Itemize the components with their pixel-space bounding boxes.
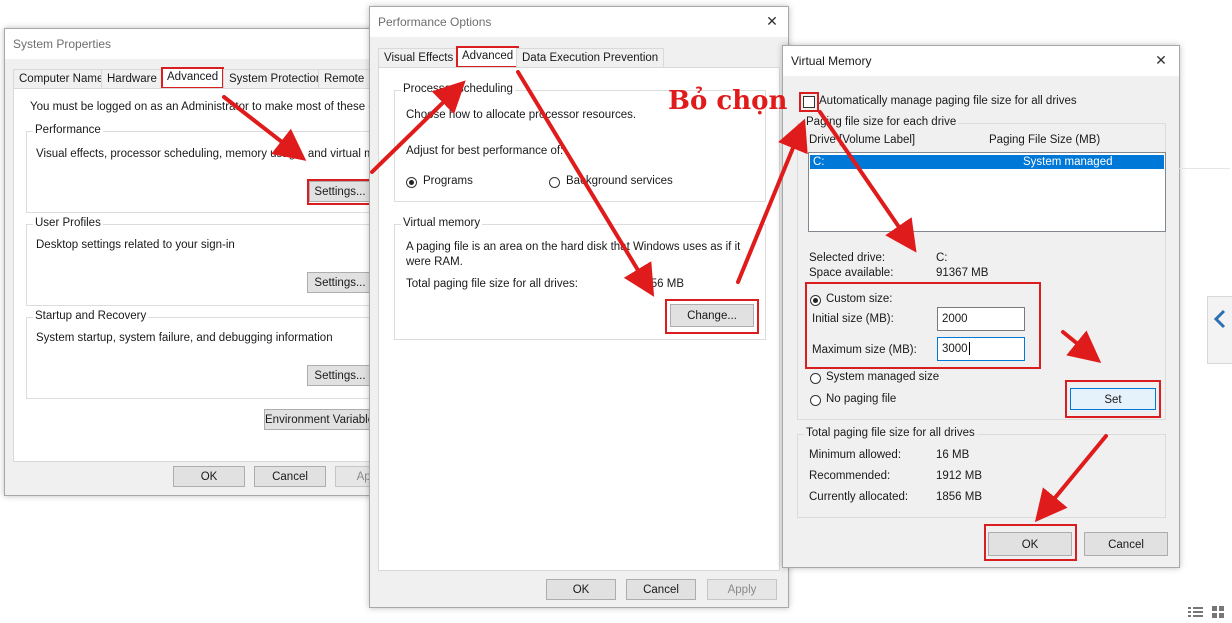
user-profiles-desc: Desktop settings related to your sign-in	[36, 239, 235, 251]
virtual-memory-group: Virtual memory A paging file is an area …	[394, 217, 766, 340]
advanced-panel: You must be logged on as an Administrato…	[13, 88, 415, 462]
performance-desc: Visual effects, processor scheduling, me…	[36, 148, 406, 160]
admin-notice: You must be logged on as an Administrato…	[30, 101, 416, 113]
tab-remote[interactable]: Remote	[318, 69, 371, 88]
startup-recovery-group: Startup and Recovery System startup, sys…	[26, 310, 388, 399]
window-title: Performance Options	[378, 15, 492, 29]
background-services-radio[interactable]	[549, 177, 560, 188]
startup-recovery-label: Startup and Recovery	[33, 310, 149, 322]
minimum-allowed-label: Minimum allowed:	[809, 449, 902, 461]
user-profiles-settings-button[interactable]: Settings...	[307, 272, 373, 293]
window-title: Virtual Memory	[791, 54, 872, 68]
annotation-uncheck-label: Bỏ chọn	[668, 86, 788, 116]
tab-computer-name[interactable]: Computer Name	[13, 69, 110, 88]
user-profiles-label: User Profiles	[33, 217, 103, 229]
vm-ok-button-highlight	[984, 524, 1077, 561]
paging-each-drive-label: Paging file size for each drive	[804, 116, 959, 128]
tab-advanced[interactable]: Advanced	[161, 67, 225, 89]
virtual-memory-titlebar: Virtual Memory ✕	[783, 46, 1179, 76]
collapse-panel-icon[interactable]	[1207, 296, 1232, 364]
perf-advanced-panel: Processor scheduling Choose how to alloc…	[378, 67, 780, 571]
set-button-highlight	[1065, 380, 1161, 418]
recommended-value: 1912 MB	[936, 470, 983, 482]
close-icon[interactable]: ✕	[764, 13, 780, 29]
no-paging-radio[interactable]	[810, 395, 821, 406]
startup-recovery-desc: System startup, system failure, and debu…	[36, 332, 333, 344]
view-mode-icon[interactable]	[1188, 606, 1204, 618]
minimum-allowed-value: 16 MB	[936, 449, 970, 461]
list-view-icon	[1188, 607, 1203, 617]
auto-manage-label: Automatically manage paging file size fo…	[819, 95, 1077, 107]
column-drive-header: Drive [Volume Label]	[809, 134, 916, 146]
totals-group: Total paging file size for all drives Mi…	[797, 427, 1166, 518]
vm-cancel-button[interactable]: Cancel	[1084, 532, 1168, 556]
chevron-left-icon	[1213, 309, 1226, 329]
perf-cancel-button[interactable]: Cancel	[626, 579, 696, 600]
performance-settings-highlight	[307, 179, 375, 205]
grid-view-icon	[1212, 606, 1224, 618]
drive-paging-size: System managed	[1023, 156, 1113, 168]
recommended-label: Recommended:	[809, 470, 891, 482]
tab-data-execution-prevention[interactable]: Data Execution Prevention	[516, 48, 665, 67]
tab-system-protection[interactable]: System Protection	[223, 69, 329, 88]
virtual-memory-desc-line2: were RAM.	[406, 256, 463, 268]
sysprop-cancel-button[interactable]: Cancel	[254, 466, 326, 487]
processor-scheduling-label: Processor scheduling	[401, 83, 515, 95]
window-title: System Properties	[13, 37, 112, 51]
currently-allocated-label: Currently allocated:	[809, 491, 909, 503]
performance-group: Performance Visual effects, processor sc…	[26, 124, 406, 213]
totals-label: Total paging file size for all drives	[804, 427, 977, 439]
sysprop-ok-button[interactable]: OK	[173, 466, 245, 487]
system-properties-titlebar: System Properties	[5, 29, 385, 59]
selected-drive-value: C:	[936, 252, 948, 264]
virtual-memory-label: Virtual memory	[401, 217, 483, 229]
selected-drive-label: Selected drive:	[809, 252, 886, 264]
drive-row[interactable]: C: System managed	[810, 155, 1164, 169]
close-icon[interactable]: ✕	[1153, 52, 1169, 68]
custom-size-highlight	[805, 282, 1041, 369]
performance-label: Performance	[33, 124, 103, 136]
processor-scheduling-desc: Choose how to allocate processor resourc…	[406, 109, 637, 121]
currently-allocated-value: 1856 MB	[936, 491, 983, 503]
drive-list: C: System managed	[808, 152, 1166, 232]
total-paging-label: Total paging file size for all drives:	[406, 278, 578, 290]
environment-variables-button[interactable]: Environment Variables...	[264, 409, 389, 430]
perf-apply-button[interactable]: Apply	[707, 579, 777, 600]
perf-ok-button[interactable]: OK	[546, 579, 616, 600]
virtual-memory-desc-line1: A paging file is an area on the hard dis…	[406, 241, 741, 253]
space-available-value: 91367 MB	[936, 267, 989, 279]
space-available-label: Space available:	[809, 267, 894, 279]
auto-manage-checkbox-highlight	[799, 92, 819, 112]
startup-recovery-settings-button[interactable]: Settings...	[307, 365, 373, 386]
paging-each-drive-group: Paging file size for each drive Drive [V…	[797, 116, 1166, 420]
background-divider	[1178, 168, 1230, 169]
change-button-highlight	[665, 299, 759, 334]
programs-radio[interactable]	[406, 177, 417, 188]
no-paging-label: No paging file	[826, 393, 897, 405]
performance-options-tabs: Visual Effects Advanced Data Execution P…	[378, 46, 778, 68]
total-paging-value: 1856 MB	[638, 278, 685, 290]
system-properties-tabs: Computer Name Hardware Advanced System P…	[13, 67, 385, 89]
tab-visual-effects[interactable]: Visual Effects	[378, 48, 460, 67]
column-size-header: Paging File Size (MB)	[989, 134, 1101, 146]
tile-view-icon[interactable]	[1212, 606, 1226, 618]
drive-letter: C:	[813, 156, 825, 168]
programs-label: Programs	[423, 175, 473, 187]
tab-advanced[interactable]: Advanced	[456, 46, 520, 68]
tab-hardware[interactable]: Hardware	[101, 69, 163, 88]
system-managed-label: System managed size	[826, 371, 940, 383]
adjust-performance-label: Adjust for best performance of:	[406, 145, 564, 157]
user-profiles-group: User Profiles Desktop settings related t…	[26, 217, 388, 306]
system-properties-window: System Properties Computer Name Hardware…	[4, 28, 415, 496]
background-services-label: Background services	[566, 175, 673, 187]
performance-options-titlebar: Performance Options ✕	[370, 7, 788, 37]
virtual-memory-window: Virtual Memory ✕ Automatically manage pa…	[782, 45, 1180, 568]
system-managed-radio[interactable]	[810, 373, 821, 384]
